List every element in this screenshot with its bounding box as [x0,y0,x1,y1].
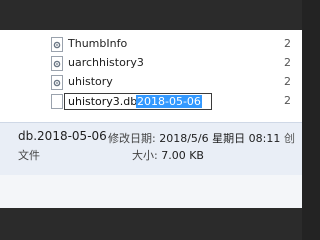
blank-file-icon [51,94,63,109]
size-value: 7.00 KB [161,149,204,162]
modified-value: 2018/5/6 星期日 08:11 [159,132,281,145]
settings-file-icon [51,56,63,71]
date-modified-cell: 2 [284,37,291,50]
explorer-window: ThumbInfo 2 uarchhistory3 2 uhistory 2 u… [0,30,304,208]
file-row-uhistory[interactable]: uhistory 2 [0,74,304,93]
status-strip [0,175,304,208]
settings-file-icon [51,37,63,52]
file-row-renaming[interactable]: uhistory3.db. 2018-05-06 2 [0,93,304,112]
details-file-type: 文件 [18,149,40,162]
date-modified-cell: 2 [284,94,291,107]
settings-file-icon [51,75,63,90]
details-pane: db.2018-05-06 文件 修改日期: 2018/5/6 星期日 08:1… [0,122,304,175]
rename-text-stem: uhistory3.db. [68,95,141,108]
file-row-uarchhistory3[interactable]: uarchhistory3 2 [0,55,304,74]
date-modified-cell: 2 [284,75,291,88]
rename-text-selection: 2018-05-06 [136,95,202,108]
file-name: ThumbInfo [68,37,128,50]
file-row-thumbinfo[interactable]: ThumbInfo 2 [0,36,304,55]
details-file-name: db.2018-05-06 [18,129,107,143]
file-name: uarchhistory3 [68,56,144,69]
details-size: 大小: 7.00 KB [132,147,204,163]
rename-input[interactable]: uhistory3.db. 2018-05-06 [64,93,212,110]
date-modified-cell: 2 [284,56,291,69]
size-label: 大小: [132,149,158,162]
right-shadow [302,0,320,240]
details-created-label: 创 [284,132,295,145]
file-name: uhistory [68,75,113,88]
details-modified: 修改日期: 2018/5/6 星期日 08:11 [108,130,280,146]
modified-label: 修改日期: [108,132,156,145]
